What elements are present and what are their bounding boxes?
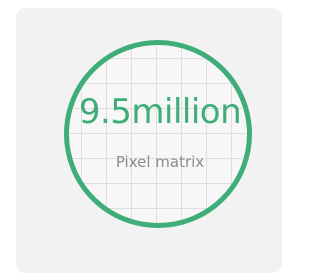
stat-caption: Pixel matrix <box>115 153 205 171</box>
stat-value: 9.5million <box>78 92 242 132</box>
stat-card <box>16 8 282 273</box>
pixel-grid-circle <box>64 40 252 228</box>
